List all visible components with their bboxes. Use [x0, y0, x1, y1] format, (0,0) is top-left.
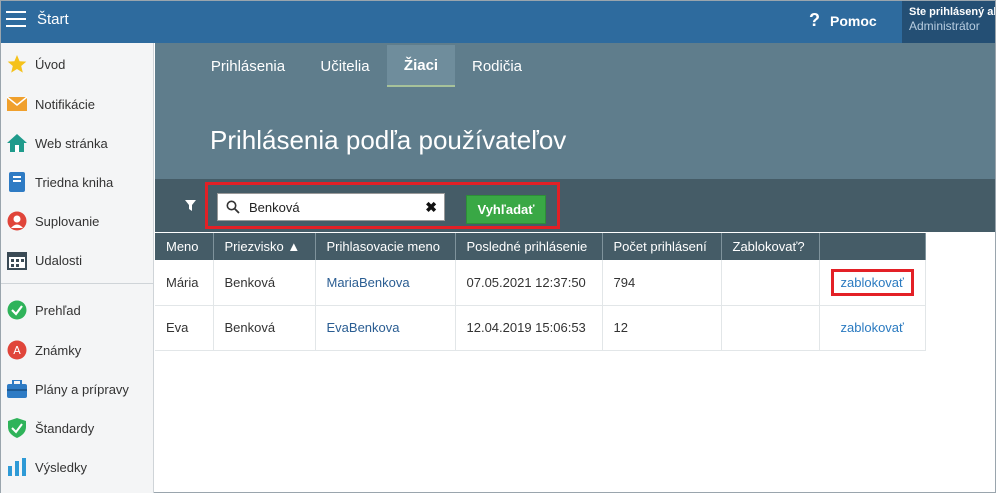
block-link[interactable]: zablokovať — [833, 315, 912, 340]
cell-action: zablokovať — [819, 260, 926, 306]
sidebar-item-label: Známky — [35, 342, 82, 358]
sidebar-item-znamky[interactable]: A Známky — [1, 335, 154, 365]
sidebar-item-notifikacie[interactable]: Notifikácie — [1, 89, 154, 119]
sidebar-item-udalosti[interactable]: Udalosti — [1, 245, 154, 275]
help-icon: ? — [809, 10, 820, 30]
sidebar-divider — [1, 283, 154, 284]
cell-meno: Mária — [155, 260, 214, 306]
sidebar-item-label: Triedna kniha — [35, 174, 114, 190]
table-row: Mária Benková MariaBenkova 07.05.2021 12… — [155, 260, 926, 306]
book-icon — [7, 172, 27, 192]
sidebar-item-suplovanie[interactable]: Suplovanie — [1, 206, 154, 236]
search-value[interactable]: Benková — [249, 200, 425, 215]
star-icon — [7, 54, 27, 74]
sidebar-item-uvod[interactable]: Úvod — [1, 49, 154, 79]
results-table: Meno Priezvisko ▲ Prihlasovacie meno Pos… — [155, 233, 926, 351]
sidebar-item-label: Prehľad — [35, 302, 81, 318]
column-header-meno[interactable]: Meno — [155, 233, 214, 260]
clear-icon[interactable]: ✖ — [425, 199, 437, 216]
column-header-count[interactable]: Počet prihlásení — [602, 233, 722, 260]
cell-login[interactable]: MariaBenkova — [315, 260, 456, 306]
sidebar-item-label: Udalosti — [35, 252, 82, 268]
tab-ucitelia[interactable]: Učitelia — [306, 45, 384, 87]
tab-rodicia[interactable]: Rodičia — [459, 45, 535, 87]
help-button[interactable]: ? Pomoc — [809, 10, 877, 31]
check-circle-icon — [7, 300, 27, 320]
user-info[interactable]: Ste prihlásený ako Administrátor — [902, 1, 995, 43]
sidebar-item-label: Úvod — [35, 56, 66, 72]
svg-text:A: A — [13, 344, 21, 357]
sidebar-item-label: Výsledky — [35, 459, 88, 475]
sidebar-item-label: Notifikácie — [35, 96, 95, 112]
user-role: Administrátor — [909, 19, 980, 33]
briefcase-icon — [7, 379, 27, 399]
sidebar-item-triedna-kniha[interactable]: Triedna kniha — [1, 167, 154, 197]
calendar-icon — [7, 250, 27, 270]
home-icon — [7, 133, 27, 153]
hamburger-menu-icon[interactable] — [6, 11, 26, 29]
block-link[interactable]: zablokovať — [830, 268, 914, 296]
sidebar-item-standardy[interactable]: Štandardy — [1, 413, 154, 443]
tab-prihlasenia[interactable]: Prihlásenia — [195, 45, 301, 87]
cell-meno: Eva — [155, 305, 214, 351]
cell-blocked — [721, 260, 820, 306]
filter-icon[interactable] — [185, 199, 196, 214]
person-icon — [7, 211, 27, 231]
page-title: Prihlásenia podľa používateľov — [210, 125, 567, 155]
column-header-login[interactable]: Prihlasovacie meno — [315, 233, 456, 260]
cell-action: zablokovať — [819, 305, 926, 351]
sidebar-item-plany[interactable]: Plány a prípravy — [1, 374, 154, 404]
filter-bar: Benková ✖ Vyhľadať — [155, 179, 995, 232]
envelope-icon — [7, 94, 27, 114]
column-header-action — [819, 233, 926, 260]
shield-check-icon — [7, 418, 27, 438]
column-header-blocked[interactable]: Zablokovať? — [721, 233, 820, 260]
top-bar: Štart ? Pomoc Ste prihlásený ako Adminis… — [1, 1, 995, 43]
cell-count: 12 — [602, 305, 722, 351]
search-button[interactable]: Vyhľadať — [466, 195, 546, 224]
sidebar-item-vysledky[interactable]: Výsledky — [1, 452, 154, 482]
tab-ziaci[interactable]: Žiaci — [387, 45, 455, 87]
column-header-last-login[interactable]: Posledné prihlásenie — [455, 233, 603, 260]
sidebar-item-prehlad[interactable]: Prehľad — [1, 295, 154, 325]
sidebar: Úvod Notifikácie Web stránka Triedna kni… — [1, 43, 154, 493]
column-header-priezvisko[interactable]: Priezvisko ▲ — [213, 233, 316, 260]
cell-blocked — [721, 305, 820, 351]
app-title[interactable]: Štart — [37, 11, 69, 28]
sidebar-item-web-stranka[interactable]: Web stránka — [1, 128, 154, 158]
search-highlight-box: Benková ✖ Vyhľadať — [205, 182, 560, 229]
table-row: Eva Benková EvaBenkova 12.04.2019 15:06:… — [155, 305, 926, 351]
sidebar-item-label: Suplovanie — [35, 213, 100, 229]
help-label: Pomoc — [830, 12, 877, 29]
sidebar-item-label: Web stránka — [35, 135, 108, 151]
bar-chart-icon — [7, 457, 27, 477]
cell-login[interactable]: EvaBenkova — [315, 305, 456, 351]
cell-priezvisko: Benková — [213, 260, 316, 306]
cell-count: 794 — [602, 260, 722, 306]
sidebar-item-label: Štandardy — [35, 420, 95, 436]
search-icon — [226, 200, 240, 214]
cell-last-login: 07.05.2021 12:37:50 — [455, 260, 603, 306]
search-input[interactable]: Benková ✖ — [217, 193, 445, 221]
table-header-row: Meno Priezvisko ▲ Prihlasovacie meno Pos… — [155, 233, 926, 260]
main-header: Prihlásenia Učitelia Žiaci Rodičia Prihl… — [155, 43, 995, 179]
cell-last-login: 12.04.2019 15:06:53 — [455, 305, 603, 351]
cell-priezvisko: Benková — [213, 305, 316, 351]
grade-icon: A — [7, 340, 27, 360]
user-info-line1: Ste prihlásený ako — [909, 6, 995, 18]
sidebar-item-label: Plány a prípravy — [35, 381, 129, 397]
